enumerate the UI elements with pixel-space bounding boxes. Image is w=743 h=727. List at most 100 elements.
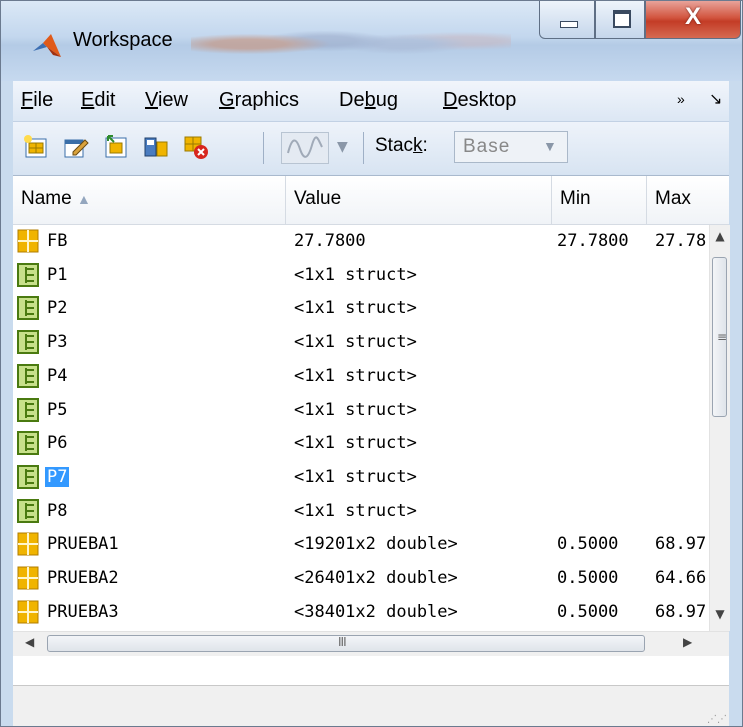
struct-icon: [17, 296, 39, 321]
variable-value: <1x1 struct>: [294, 332, 417, 353]
variable-value: <1x1 struct>: [294, 264, 417, 285]
variable-value: <38401x2 double>: [294, 601, 458, 622]
table-row[interactable]: P4 <1x1 struct>: [13, 360, 709, 394]
horizontal-scrollbar[interactable]: ◀ III ▶: [13, 631, 729, 656]
scroll-down-icon[interactable]: ▼: [710, 607, 730, 627]
menu-file[interactable]: File: [21, 89, 53, 112]
column-header-max[interactable]: Max: [647, 176, 709, 224]
variable-value: <1x1 struct>: [294, 466, 417, 487]
variable-value: <1x1 struct>: [294, 365, 417, 386]
plot-selection-button[interactable]: [281, 132, 329, 164]
undock-icon[interactable]: ↘: [709, 89, 722, 109]
maximize-button[interactable]: [595, 1, 645, 39]
toolbar-separator: [263, 132, 264, 164]
import-data-icon[interactable]: [103, 134, 129, 160]
struct-icon: [17, 363, 39, 388]
grip-icon: ≡: [717, 330, 728, 344]
struct-icon: [17, 397, 39, 422]
variable-name: P7: [45, 466, 70, 487]
variable-value: <1x1 struct>: [294, 500, 417, 521]
delete-variable-icon[interactable]: [183, 134, 209, 160]
struct-icon: [17, 464, 39, 489]
table-header: Name ▲ Value Min Max: [13, 176, 729, 225]
variables-table: Name ▲ Value Min Max FB 27.7800 27.7800 27.…: [13, 175, 730, 706]
table-body: FB 27.7800 27.7800 27.78 P1 <1x1 struct> P2 <…: [13, 225, 709, 631]
variable-name: PRUEBA2: [47, 568, 119, 588]
variable-max: 68.97: [655, 601, 707, 622]
scroll-left-icon[interactable]: ◀: [25, 635, 34, 649]
close-icon: X: [684, 3, 701, 30]
plot-selection-icon: [287, 136, 323, 158]
minimize-button[interactable]: [539, 1, 595, 39]
variable-name: P5: [47, 399, 68, 420]
variable-name: P8: [47, 500, 68, 521]
variable-value: <26401x2 double>: [294, 568, 458, 588]
table-row[interactable]: PRUEBA2 <26401x2 double> 0.5000 64.66: [13, 562, 709, 596]
menu-edit[interactable]: Edit: [81, 89, 115, 112]
column-header-value[interactable]: Value: [286, 176, 552, 224]
vertical-scrollbar[interactable]: ▲ ≡ ▼: [709, 225, 730, 631]
variable-value: <1x1 struct>: [294, 433, 417, 454]
variable-min: 0.5000: [557, 534, 619, 555]
menu-debug[interactable]: Debug: [339, 89, 398, 112]
variable-name: P2: [47, 298, 68, 319]
variable-min: 0.5000: [557, 601, 619, 622]
status-bar: ⋰⋰: [13, 685, 729, 726]
table-row[interactable]: P6 <1x1 struct>: [13, 427, 709, 461]
horizontal-scroll-thumb[interactable]: III: [47, 635, 645, 652]
toolbar-separator: [363, 132, 364, 164]
menu-overflow-icon[interactable]: »: [677, 91, 685, 107]
table-row[interactable]: P1 <1x1 struct>: [13, 259, 709, 293]
variable-name: PRUEBA3: [47, 601, 119, 622]
matlab-logo-icon: [33, 34, 61, 57]
menu-desktop[interactable]: Desktop: [443, 89, 516, 112]
variable-min: 0.5000: [557, 568, 619, 588]
table-row[interactable]: P7 <1x1 struct>: [13, 461, 709, 495]
variable-max: 27.78: [655, 231, 707, 251]
table-row[interactable]: P3 <1x1 struct>: [13, 326, 709, 360]
open-variable-icon[interactable]: [63, 134, 89, 160]
variable-value: <1x1 struct>: [294, 298, 417, 319]
save-workspace-icon[interactable]: [143, 134, 169, 160]
variable-name: P3: [47, 332, 68, 353]
menu-bar: File Edit View Graphics Debug Desktop » …: [13, 81, 729, 121]
struct-icon: [17, 330, 39, 355]
stack-select[interactable]: Base ▼: [454, 131, 568, 163]
sort-ascending-icon: ▲: [76, 191, 91, 207]
menu-graphics[interactable]: Graphics: [219, 89, 299, 112]
matrix-icon: [17, 229, 39, 253]
variable-name: PRUEBA1: [47, 534, 119, 555]
grip-icon: III: [338, 635, 347, 649]
variable-value: 27.7800: [294, 231, 366, 251]
struct-icon: [17, 431, 39, 456]
table-row[interactable]: P2 <1x1 struct>: [13, 292, 709, 326]
table-row[interactable]: FB 27.7800 27.7800 27.78: [13, 225, 709, 259]
struct-icon: [17, 262, 39, 287]
table-row[interactable]: P5 <1x1 struct>: [13, 394, 709, 428]
title-bar[interactable]: Workspace X: [1, 1, 742, 81]
scroll-right-icon[interactable]: ▶: [683, 635, 692, 649]
stack-select-value: Base: [463, 136, 511, 157]
scroll-up-icon[interactable]: ▲: [710, 229, 730, 249]
variable-max: 64.66: [655, 568, 707, 588]
resize-grip-icon[interactable]: ⋰⋰: [707, 714, 727, 725]
new-variable-icon[interactable]: [23, 134, 49, 160]
table-row[interactable]: P8 <1x1 struct>: [13, 495, 709, 529]
close-button[interactable]: X: [645, 1, 741, 39]
struct-icon: [17, 498, 39, 523]
variable-name: P4: [47, 365, 68, 386]
variable-name: P6: [47, 433, 68, 454]
variable-name: FB: [47, 231, 68, 251]
column-header-min[interactable]: Min: [552, 176, 647, 224]
workspace-window: Workspace X File Edit View Graphics Debu…: [0, 0, 743, 727]
variable-max: 68.97: [655, 534, 707, 555]
variable-value: <19201x2 double>: [294, 534, 458, 555]
workspace-client: File Edit View Graphics Debug Desktop » …: [13, 81, 730, 726]
vertical-scroll-thumb[interactable]: ≡: [712, 257, 727, 417]
table-row[interactable]: PRUEBA1 <19201x2 double> 0.5000 68.97: [13, 528, 709, 562]
column-header-name[interactable]: Name ▲: [13, 176, 286, 224]
menu-view[interactable]: View: [145, 89, 188, 112]
chevron-down-icon[interactable]: ▼: [337, 139, 348, 155]
table-row[interactable]: PRUEBA3 <38401x2 double> 0.5000 68.97: [13, 596, 709, 630]
toolbar: ▼ Stack: Base ▼: [13, 121, 729, 174]
